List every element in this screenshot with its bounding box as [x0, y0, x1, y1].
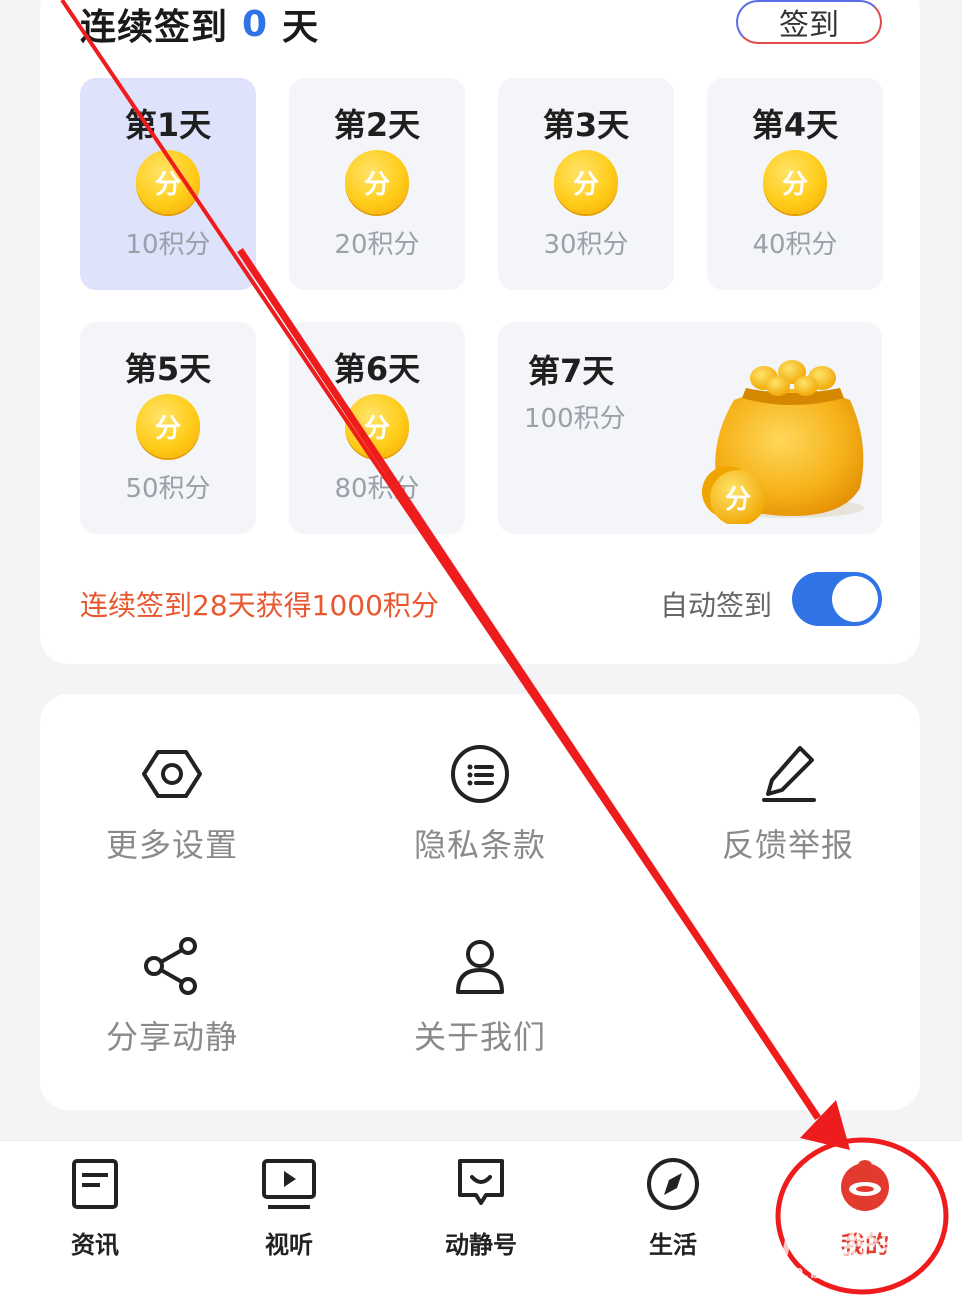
settings-item-label: 隐私条款 [413, 826, 546, 864]
list-circle-icon [451, 745, 509, 803]
coin-bag-icon: 分 [702, 360, 864, 524]
hexagon-nut-icon [142, 750, 202, 798]
watermark-brand: Baidu经验 [732, 1224, 910, 1264]
points-coin-icon: 分 [136, 150, 200, 214]
day-points: 50积分 [125, 474, 211, 504]
points-coin-icon: 分 [136, 394, 200, 458]
points-coin-icon: 分 [345, 394, 409, 458]
toggle-knob [832, 576, 878, 622]
tab-label: 生活 [649, 1231, 697, 1259]
day-points: 40积分 [752, 230, 838, 260]
day-label: 第6天 [333, 350, 421, 388]
day-label: 第5天 [124, 350, 212, 388]
day-label: 第3天 [542, 106, 630, 144]
signin-title-prefix: 连续签到 [80, 7, 229, 48]
day-points: 20积分 [334, 230, 420, 260]
day-label: 第4天 [751, 106, 839, 144]
settings-item-label: 反馈举报 [721, 826, 854, 864]
share-item[interactable]: 分享动静 [52, 934, 292, 1084]
chat-bubble-icon [458, 1159, 504, 1205]
settings-item-label: 分享动静 [105, 1018, 238, 1056]
day-points: 10积分 [125, 230, 211, 260]
mascot-avatar-icon [841, 1160, 889, 1211]
more-settings-item[interactable]: 更多设置 [52, 742, 292, 892]
signin-title: 连续签到 0 天 [80, 2, 319, 49]
compass-icon [647, 1158, 699, 1210]
person-icon [456, 940, 504, 994]
tab-dongjinghao[interactable]: 动静号 [416, 1155, 546, 1275]
news-icon [72, 1159, 118, 1209]
privacy-terms-item[interactable]: 隐私条款 [360, 742, 600, 892]
day-card-2[interactable]: 第2天 分 20积分 [289, 78, 465, 290]
video-play-icon [262, 1159, 316, 1209]
day-label: 第1天 [124, 106, 212, 144]
tab-label: 资讯 [71, 1231, 119, 1259]
signin-title-suffix: 天 [282, 7, 320, 48]
tab-video[interactable]: 视听 [224, 1155, 354, 1275]
settings-item-label: 更多设置 [105, 826, 238, 864]
watermark-url: jingyan.baidu.com [738, 1262, 905, 1283]
auto-checkin-toggle[interactable] [792, 572, 882, 626]
day-card-7[interactable]: 第7天 100积分 分 [498, 322, 882, 534]
day-card-5[interactable]: 第5天 分 50积分 [80, 322, 256, 534]
tab-label: 视听 [265, 1231, 313, 1259]
signin-day-count: 0 [242, 3, 269, 45]
svg-text:分: 分 [725, 485, 751, 515]
tab-news[interactable]: 资讯 [30, 1155, 160, 1275]
tab-life[interactable]: 生活 [608, 1155, 738, 1275]
day-card-4[interactable]: 第4天 分 40积分 [707, 78, 883, 290]
points-coin-icon: 分 [345, 150, 409, 214]
day-card-3[interactable]: 第3天 分 30积分 [498, 78, 674, 290]
day-label: 第2天 [333, 106, 421, 144]
about-us-item[interactable]: 关于我们 [360, 934, 600, 1084]
points-coin-icon: 分 [763, 150, 827, 214]
day-points: 100积分 [524, 404, 626, 434]
day-card-1[interactable]: 第1天 分 10积分 [80, 78, 256, 290]
settings-item-label: 关于我们 [413, 1018, 546, 1056]
share-icon [144, 937, 197, 995]
day-points: 80积分 [334, 474, 420, 504]
pen-icon [762, 746, 816, 802]
day-label: 第7天 [528, 352, 615, 390]
points-coin-icon: 分 [554, 150, 618, 214]
auto-checkin-label: 自动签到 [660, 589, 773, 622]
day-points: 30积分 [543, 230, 629, 260]
feedback-report-item[interactable]: 反馈举报 [668, 742, 908, 892]
checkin-button[interactable]: 签到 [736, 0, 882, 44]
tab-label: 动静号 [445, 1231, 517, 1259]
day-card-6[interactable]: 第6天 分 80积分 [289, 322, 465, 534]
streak-reward-text: 连续签到28天获得1000积分 [80, 589, 439, 622]
